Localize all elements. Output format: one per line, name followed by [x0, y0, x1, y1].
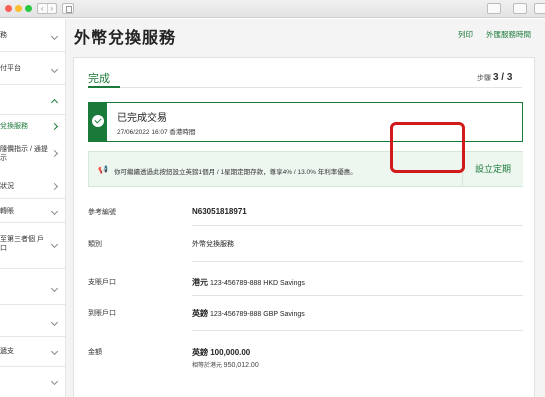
detail-label: 類別 — [88, 241, 102, 248]
section-title-underline — [88, 86, 120, 88]
sidebar-item-label: 兌換服務 — [0, 123, 28, 130]
minimize-window-button[interactable] — [15, 5, 22, 12]
divider — [192, 330, 523, 331]
sidebar-item-transfer[interactable]: 轉賬 — [0, 199, 66, 223]
divider — [192, 225, 523, 226]
success-timestamp: 27/06/2022 16:07 香港時間 — [117, 129, 196, 136]
confirmation-card: 完成 步驟 3 / 3 已完成交易 27/06/2022 16:07 香港時間 … — [73, 57, 535, 397]
step-value: 3 / 3 — [492, 72, 513, 83]
sidebar-item-label: 至第三者個 戶口 — [0, 236, 44, 252]
chevron-up-icon — [50, 97, 59, 107]
chevron-right-icon — [50, 121, 59, 131]
divider — [88, 87, 522, 88]
page-title: 外幣兌換服務 — [74, 30, 177, 47]
chevron-down-icon — [50, 206, 59, 216]
sidebar-item-pay[interactable]: 遞支 — [0, 337, 66, 367]
equivalent-prefix: 相等於港元 — [192, 363, 224, 369]
fx-hours-link[interactable]: 外匯服務時間 — [486, 29, 531, 40]
history-nav: ‹ › — [37, 3, 57, 14]
chevron-down-icon — [50, 346, 59, 356]
share-icon[interactable] — [487, 3, 501, 14]
sidebar-item-rate-alert[interactable]: 隨價指示 / 通提示 — [0, 137, 66, 177]
forward-button[interactable]: › — [46, 4, 57, 13]
detail-label: 支賬戶口 — [88, 279, 116, 286]
success-title: 已完成交易 — [117, 113, 167, 124]
zoom-window-button[interactable] — [25, 5, 32, 12]
currency-label: 港元 — [192, 278, 208, 287]
sidebar-item-collapsed-3[interactable] — [0, 367, 66, 397]
detail-value: N63051818971 — [192, 207, 247, 216]
success-bar — [89, 103, 107, 141]
tabs-icon[interactable] — [513, 3, 527, 14]
sidebar-item-fx-exchange[interactable]: 兌換服務 — [0, 115, 66, 137]
sidebar-item-fx-group[interactable] — [0, 85, 66, 115]
close-window-button[interactable] — [5, 5, 12, 12]
back-button[interactable]: ‹ — [38, 4, 47, 13]
chevron-down-icon — [50, 283, 59, 293]
chevron-down-icon — [50, 31, 59, 41]
sidebar-item-status[interactable]: 狀況 — [0, 177, 66, 199]
check-circle-icon — [92, 115, 104, 127]
new-tab-icon[interactable] — [534, 3, 545, 14]
account-number: 123-456789-888 HKD Savings — [208, 280, 305, 287]
sidebar: 務 付平台 兌換服務 隨價指示 / 通提示 狀況 轉賬 至第三者個 戶口 遞支 — [0, 19, 66, 397]
divider — [192, 261, 523, 262]
sidebar-item-third-party[interactable]: 至第三者個 戶口 — [0, 223, 66, 269]
highlight-box — [390, 122, 465, 173]
sidebar-item-label: 務 — [0, 32, 7, 39]
chevron-down-icon — [50, 317, 59, 327]
divider — [192, 295, 523, 296]
detail-label: 參考編號 — [88, 209, 116, 216]
sidebar-item-payment-platform[interactable]: 付平台 — [0, 52, 66, 85]
account-number: 123-456789-888 GBP Savings — [208, 311, 305, 318]
detail-value: 港元 123-456789-888 HKD Savings — [192, 277, 305, 288]
sidebar-item-label: 隨價指示 / 通提示 — [0, 146, 48, 162]
chevron-down-icon — [50, 239, 59, 249]
detail-value: 英鎊 123-456789-888 GBP Savings — [192, 308, 305, 319]
sidebar-item-label: 遞支 — [0, 348, 14, 355]
section-title: 完成 — [88, 73, 110, 85]
sidebar-toggle-icon[interactable] — [62, 3, 74, 14]
chevron-down-icon — [50, 64, 59, 74]
detail-label: 金額 — [88, 349, 102, 356]
step-prefix: 步驟 — [477, 75, 491, 82]
currency-label: 英鎊 — [192, 309, 208, 318]
sidebar-item-label: 付平台 — [0, 65, 21, 72]
sidebar-item-label: 轉賬 — [0, 208, 14, 215]
print-link[interactable]: 列印 — [458, 29, 473, 40]
detail-label: 到賬戶口 — [88, 310, 116, 317]
equivalent-amount: 相等於港元 950,012.00 — [192, 360, 259, 369]
chevron-down-icon — [50, 376, 59, 386]
equivalent-value: 950,012.00 — [223, 362, 259, 369]
sidebar-item-collapsed-2[interactable] — [0, 305, 66, 337]
sidebar-item-accounts[interactable]: 務 — [0, 19, 66, 52]
megaphone-icon: 📢 — [98, 165, 108, 174]
chevron-right-icon — [50, 181, 59, 191]
main-content: 外幣兌換服務 列印 外匯服務時間 完成 步驟 3 / 3 已完成交易 27/06… — [66, 19, 545, 397]
setup-time-deposit-button[interactable]: 設立定期 — [462, 152, 523, 186]
sidebar-item-label: 狀況 — [0, 183, 14, 190]
amount-value: 英鎊 100,000.00 — [192, 348, 251, 357]
promo-text: 你可繼續透過此按鈕設立英鎊1個月 / 1星期定期存款，尊享4% / 13.0% … — [114, 169, 357, 176]
detail-value: 外幣兌換服務 — [192, 241, 234, 248]
browser-toolbar: ‹ › — [0, 0, 545, 18]
sidebar-item-collapsed-1[interactable] — [0, 269, 66, 305]
chevron-right-icon — [50, 148, 59, 158]
detail-value: 英鎊 100,000.00 — [192, 347, 250, 358]
step-indicator: 步驟 3 / 3 — [477, 72, 512, 83]
